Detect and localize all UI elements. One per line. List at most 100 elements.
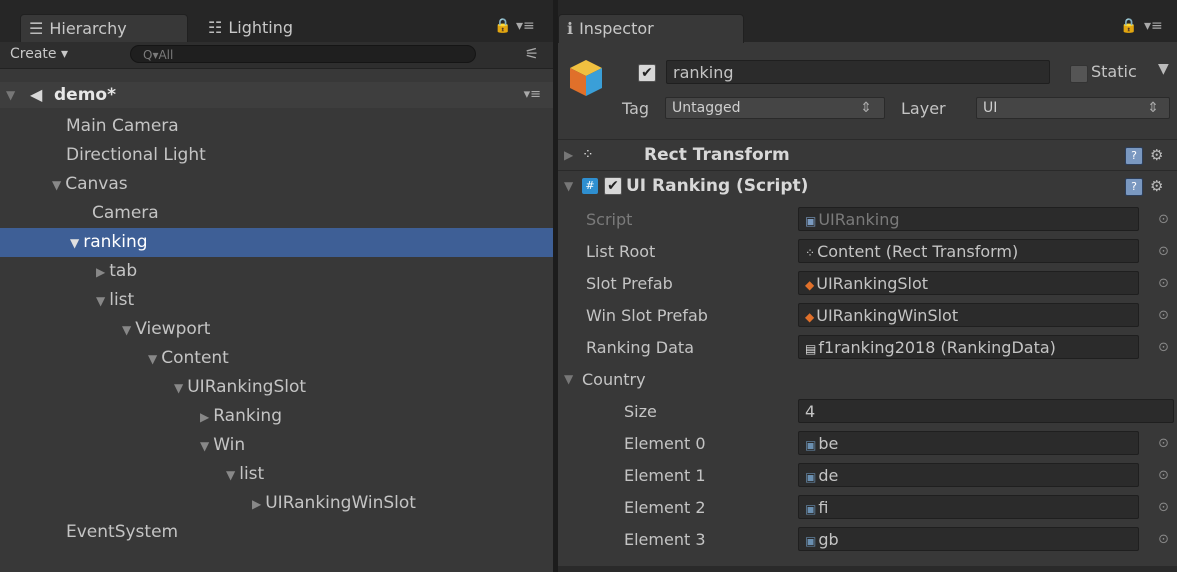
hierarchy-item-label: Viewport xyxy=(135,319,211,339)
tab-hierarchy[interactable]: ☰ Hierarchy xyxy=(20,14,188,43)
layer-dropdown-value: UI xyxy=(983,100,998,116)
tab-inspector-label: Inspector xyxy=(579,19,654,38)
gear-icon[interactable]: ⚙ xyxy=(1150,171,1163,201)
lighting-sliders-icon: ☷ xyxy=(208,18,223,37)
inspector-tabbar: ℹ Inspector 🔒 ▾≡ xyxy=(558,0,1177,43)
country-size-row: Size 4 xyxy=(558,397,1177,426)
object-picker-icon[interactable]: ⊙ xyxy=(1158,461,1169,490)
scene-name: demo* xyxy=(54,85,116,105)
panel-menu-icon[interactable]: ▾≡ xyxy=(1144,18,1163,34)
hierarchy-item-label: Main Camera xyxy=(66,116,179,136)
element-field[interactable]: ▣ gb xyxy=(798,527,1139,551)
tab-lighting[interactable]: ☷ Lighting xyxy=(200,14,358,42)
layer-dropdown[interactable]: UI ⇕ xyxy=(976,97,1170,119)
object-picker-icon[interactable]: ⊙ xyxy=(1158,205,1169,234)
object-picker-icon[interactable]: ⊙ xyxy=(1158,269,1169,298)
hierarchy-item[interactable]: ▼ Content xyxy=(0,344,553,373)
hierarchy-item[interactable]: EventSystem xyxy=(0,518,553,547)
element-value: gb xyxy=(818,530,839,549)
expand-arrow-icon[interactable]: ▼ xyxy=(52,178,61,192)
hierarchy-item[interactable]: ▼ Win xyxy=(0,431,553,460)
unity-scene-icon: ◀ xyxy=(30,85,43,104)
script-enabled-checkbox[interactable]: ✔ xyxy=(604,177,622,195)
expand-arrow-icon[interactable]: ▼ xyxy=(200,439,209,453)
country-element-row: Element 3 ▣ gb ⊙ xyxy=(558,525,1177,554)
slot-prefab-field[interactable]: ◆ UIRankingSlot xyxy=(798,271,1139,295)
static-dropdown-icon[interactable]: ▼ xyxy=(1158,61,1169,77)
list-root-field[interactable]: ⁘ Content (Rect Transform) xyxy=(798,239,1139,263)
country-foldout[interactable]: ▼ Country xyxy=(558,365,1177,394)
hierarchy-item[interactable]: ▼ list xyxy=(0,460,553,489)
expand-arrow-icon[interactable]: ▼ xyxy=(122,323,131,337)
hierarchy-item-selected[interactable]: ▼ ranking xyxy=(0,228,553,257)
object-picker-icon[interactable]: ⊙ xyxy=(1158,301,1169,330)
object-picker-icon[interactable]: ⊙ xyxy=(1158,429,1169,458)
expand-arrow-icon[interactable]: ▼ xyxy=(148,352,157,366)
object-picker-icon[interactable]: ⊙ xyxy=(1158,493,1169,522)
expand-arrow-icon[interactable]: ▶ xyxy=(252,497,261,511)
object-picker-icon[interactable]: ⊙ xyxy=(1158,333,1169,362)
ranking-data-field[interactable]: ▤ f1ranking2018 (RankingData) xyxy=(798,335,1139,359)
tab-lighting-label: Lighting xyxy=(228,18,294,37)
element-field[interactable]: ▣ de xyxy=(798,463,1139,487)
property-value: UIRankingSlot xyxy=(816,274,929,293)
scene-header[interactable]: ▼ ◀ demo* ▾≡ xyxy=(0,82,553,108)
gear-icon[interactable]: ⚙ xyxy=(1150,140,1163,170)
element-field[interactable]: ▣ be xyxy=(798,431,1139,455)
help-icon[interactable]: ? xyxy=(1125,147,1143,165)
object-name-field[interactable]: ranking xyxy=(666,60,1050,84)
collapse-arrow-icon[interactable]: ▼ xyxy=(6,82,15,108)
hierarchy-item-label: UIRankingWinSlot xyxy=(265,493,416,513)
expand-arrow-icon[interactable]: ▼ xyxy=(96,294,105,308)
help-icon[interactable]: ? xyxy=(1125,178,1143,196)
hierarchy-item[interactable]: ▶ UIRankingWinSlot xyxy=(0,489,553,518)
size-input[interactable]: 4 xyxy=(798,399,1174,423)
object-picker-icon[interactable]: ⊙ xyxy=(1158,237,1169,266)
hierarchy-item[interactable]: ▶ tab xyxy=(0,257,553,286)
hierarchy-item[interactable]: ▼ Canvas xyxy=(0,170,553,199)
rect-transform-header[interactable]: ▶ ⁘ Rect Transform ? ⚙ xyxy=(558,139,1177,170)
element-field[interactable]: ▣ fi xyxy=(798,495,1139,519)
tag-dropdown[interactable]: Untagged ⇕ xyxy=(665,97,885,119)
collapse-arrow-icon[interactable]: ▼ xyxy=(564,365,573,394)
script-component-header[interactable]: ▼ # ✔ UI Ranking (Script) ? ⚙ xyxy=(558,170,1177,201)
static-checkbox[interactable] xyxy=(1070,65,1088,83)
hierarchy-item[interactable]: Main Camera xyxy=(0,112,553,141)
property-label: Win Slot Prefab xyxy=(586,306,708,325)
property-value: f1ranking2018 (RankingData) xyxy=(818,338,1056,357)
tab-inspector[interactable]: ℹ Inspector xyxy=(558,14,744,43)
expand-arrow-icon[interactable]: ▼ xyxy=(226,468,235,482)
collapse-arrow-icon[interactable]: ▼ xyxy=(564,171,573,201)
hierarchy-item[interactable]: Directional Light xyxy=(0,141,553,170)
hierarchy-item[interactable]: ▼ UIRankingSlot xyxy=(0,373,553,402)
expand-arrow-icon[interactable]: ▶ xyxy=(564,140,573,170)
lock-icon[interactable]: 🔒 xyxy=(494,18,511,34)
hierarchy-item-label: Camera xyxy=(92,203,159,223)
scene-menu-icon[interactable]: ▾≡ xyxy=(524,82,541,108)
hierarchy-item[interactable]: Camera xyxy=(0,199,553,228)
expand-arrow-icon[interactable]: ▶ xyxy=(96,265,105,279)
active-checkbox[interactable]: ✔ xyxy=(638,64,656,82)
script-field: ▣ UIRanking xyxy=(798,207,1139,231)
lock-icon[interactable]: 🔒 xyxy=(1120,18,1137,34)
create-button[interactable]: Create ▾ xyxy=(4,44,74,64)
tag-dropdown-value: Untagged xyxy=(672,100,741,116)
rect-transform-title: Rect Transform xyxy=(644,145,790,165)
hierarchy-item[interactable]: ▼ Viewport xyxy=(0,315,553,344)
hierarchy-item-label: Content xyxy=(161,348,229,368)
hierarchy-list-icon: ☰ xyxy=(29,19,44,38)
hierarchy-item[interactable]: ▼ list xyxy=(0,286,553,315)
info-icon: ℹ xyxy=(567,19,574,38)
hierarchy-item[interactable]: ▶ Ranking xyxy=(0,402,553,431)
scene-visibility-icon[interactable]: ⚟ xyxy=(525,44,539,63)
expand-arrow-icon[interactable]: ▼ xyxy=(70,236,79,250)
object-picker-icon[interactable]: ⊙ xyxy=(1158,525,1169,554)
search-input[interactable]: Q▾All xyxy=(130,45,476,63)
win-slot-prefab-field[interactable]: ◆ UIRankingWinSlot xyxy=(798,303,1139,327)
hierarchy-toolbar: Create ▾ Q▾All ⚟ xyxy=(0,42,553,69)
expand-arrow-icon[interactable]: ▼ xyxy=(174,381,183,395)
csharp-script-icon: # xyxy=(582,178,598,194)
hierarchy-item-label: Ranking xyxy=(213,406,282,426)
panel-menu-icon[interactable]: ▾≡ xyxy=(516,18,535,34)
expand-arrow-icon[interactable]: ▶ xyxy=(200,410,209,424)
